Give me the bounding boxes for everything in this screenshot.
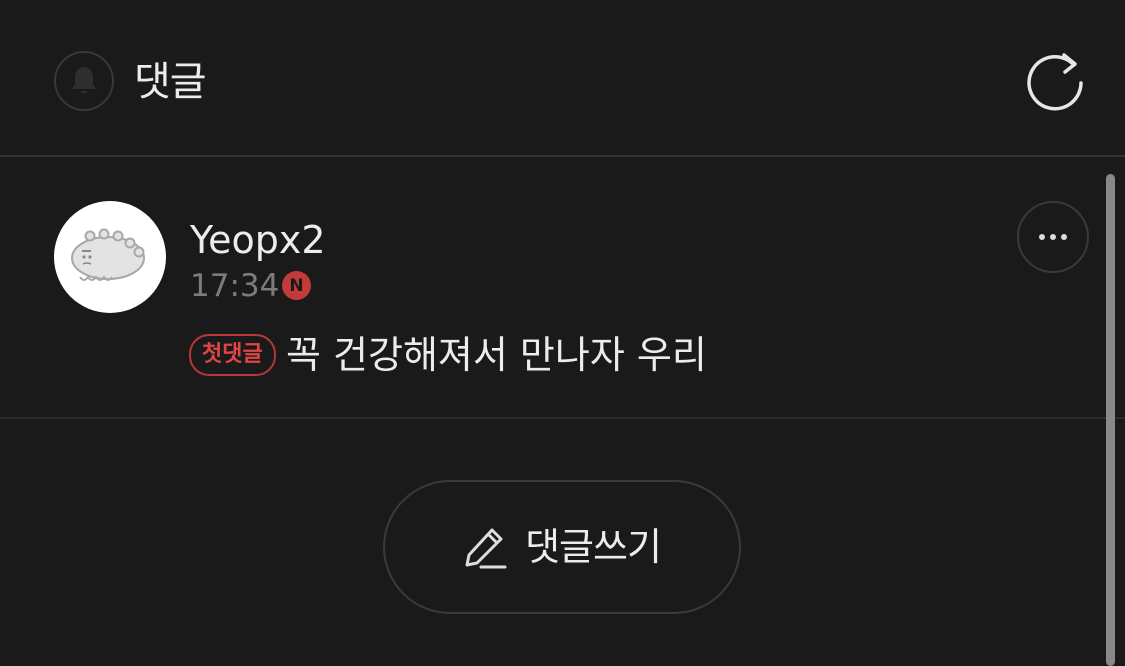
comments-header: 댓글 (0, 0, 1125, 157)
refresh-button[interactable] (1022, 48, 1088, 114)
more-horizontal-icon (1039, 234, 1067, 240)
avatar[interactable] (54, 201, 166, 313)
comment-item: Yeopx2 17:34 N 첫댓글 꼭 건강해져서 만나자 우리 (0, 157, 1125, 419)
write-comment-button[interactable]: 댓글쓰기 (383, 480, 741, 614)
page-title: 댓글 (134, 59, 207, 105)
scrollbar[interactable] (1106, 174, 1115, 666)
comment-timestamp: 17:34 (190, 268, 280, 304)
more-options-button[interactable] (1017, 201, 1089, 273)
pencil-icon (465, 528, 507, 569)
refresh-icon (1027, 53, 1083, 111)
first-comment-badge: 첫댓글 (189, 334, 276, 376)
creature-avatar-icon (71, 228, 145, 281)
comment-text: 꼭 건강해져서 만나자 우리 (286, 333, 707, 377)
comment-username[interactable]: Yeopx2 (190, 215, 326, 265)
new-badge: N (282, 271, 311, 300)
bell-icon (72, 67, 96, 94)
notification-button[interactable] (54, 51, 114, 111)
write-comment-label: 댓글쓰기 (525, 525, 662, 569)
